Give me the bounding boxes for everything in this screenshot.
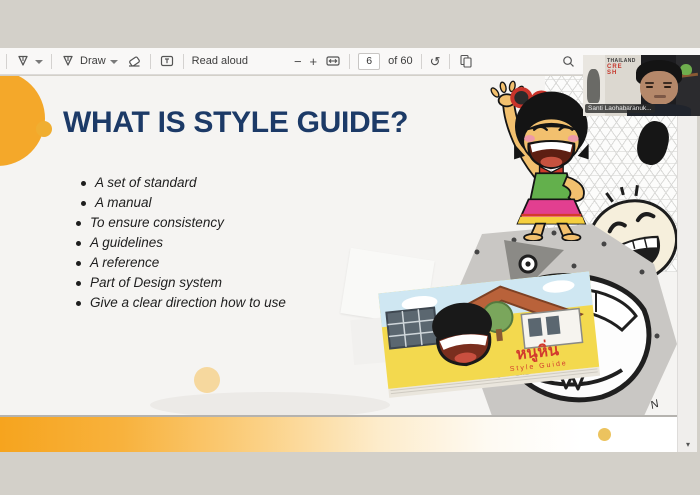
pale-yellow-dot — [194, 367, 220, 393]
list-item: To ensure consistency — [76, 213, 286, 233]
speaker-eye — [646, 86, 653, 88]
draw-tool-button[interactable]: Draw — [60, 53, 118, 69]
pen-icon — [63, 55, 73, 66]
toolbar-divider — [448, 53, 450, 69]
fit-width-icon — [326, 56, 340, 66]
rotate-button[interactable]: ↺ — [430, 55, 441, 68]
list-item: A manual — [76, 193, 286, 213]
speaker-eye — [664, 86, 671, 88]
zoom-out-button[interactable]: − — [294, 55, 302, 68]
search-icon — [563, 55, 574, 67]
draw-label: Draw — [80, 55, 106, 67]
orange-corner-shape — [0, 76, 45, 166]
toolbar-divider — [6, 53, 7, 69]
participant-name-badge: Santi Laohabaranuk... — [585, 104, 655, 113]
highlighter-tool-button[interactable] — [15, 53, 43, 69]
speaker-mouth — [654, 95, 666, 98]
fit-to-width-button[interactable] — [325, 53, 341, 69]
title-bullet-dot — [36, 121, 52, 137]
list-item: A guidelines — [76, 233, 286, 253]
eraser-icon — [128, 56, 140, 67]
add-text-button[interactable] — [159, 53, 175, 69]
rotate-icon: ↺ — [429, 53, 441, 69]
list-item: Part of Design system — [76, 273, 286, 293]
zoom-in-button[interactable]: + — [310, 55, 318, 68]
scroll-down-arrow[interactable]: ▾ — [678, 440, 698, 449]
yellow-dot-decor — [598, 428, 611, 441]
poster-line: SH — [607, 70, 618, 76]
toolbar-divider — [420, 53, 422, 69]
page-view-button[interactable] — [458, 53, 474, 69]
read-aloud-button[interactable]: Read aloud — [192, 55, 248, 67]
chevron-down-icon[interactable] — [35, 60, 43, 64]
bullet-list: A set of standard A manual To ensure con… — [76, 173, 286, 313]
text-box-icon — [160, 55, 173, 67]
plus-icon: + — [309, 53, 318, 69]
screen-share-view: Draw Read aloud − + 6 of 60 ↺ WHAT IS ST… — [0, 0, 700, 495]
speaker-eyebrow — [645, 82, 654, 84]
chevron-down-icon[interactable] — [109, 60, 118, 64]
page-total-label: of 60 — [388, 55, 413, 67]
minus-icon: − — [293, 53, 302, 69]
artist-signature: N — [649, 398, 661, 412]
page-number-input[interactable] — [358, 52, 381, 70]
toolbar-divider — [182, 53, 184, 69]
next-page-strip — [0, 417, 677, 452]
search-button[interactable] — [561, 54, 576, 69]
toolbar-divider — [149, 53, 151, 69]
toolbar-divider — [349, 53, 351, 69]
vertical-scrollbar[interactable]: ▾ — [677, 76, 697, 452]
slide-page: WHAT IS STYLE GUIDE? A set of standard A… — [0, 76, 677, 415]
speaker-face — [640, 71, 678, 105]
speaker-eyebrow — [663, 82, 672, 84]
list-item: A reference — [76, 253, 286, 273]
webcam-overlay[interactable]: THAILAND CRE SH Santi Laohabaranuk... — [583, 55, 700, 116]
toolbar-divider — [51, 53, 52, 69]
read-aloud-label: Read aloud — [191, 55, 248, 67]
highlighter-icon — [18, 55, 28, 66]
eraser-button[interactable] — [126, 53, 142, 69]
list-item: Give a clear direction how to use — [76, 293, 286, 313]
list-item: A set of standard — [76, 173, 286, 193]
photo-shadow — [150, 392, 390, 415]
page-view-icon — [459, 54, 472, 68]
poster-figure — [587, 69, 600, 103]
slide-title: WHAT IS STYLE GUIDE? — [63, 106, 409, 139]
style-guide-book: หนูหิ่น Style Guide — [370, 270, 609, 413]
